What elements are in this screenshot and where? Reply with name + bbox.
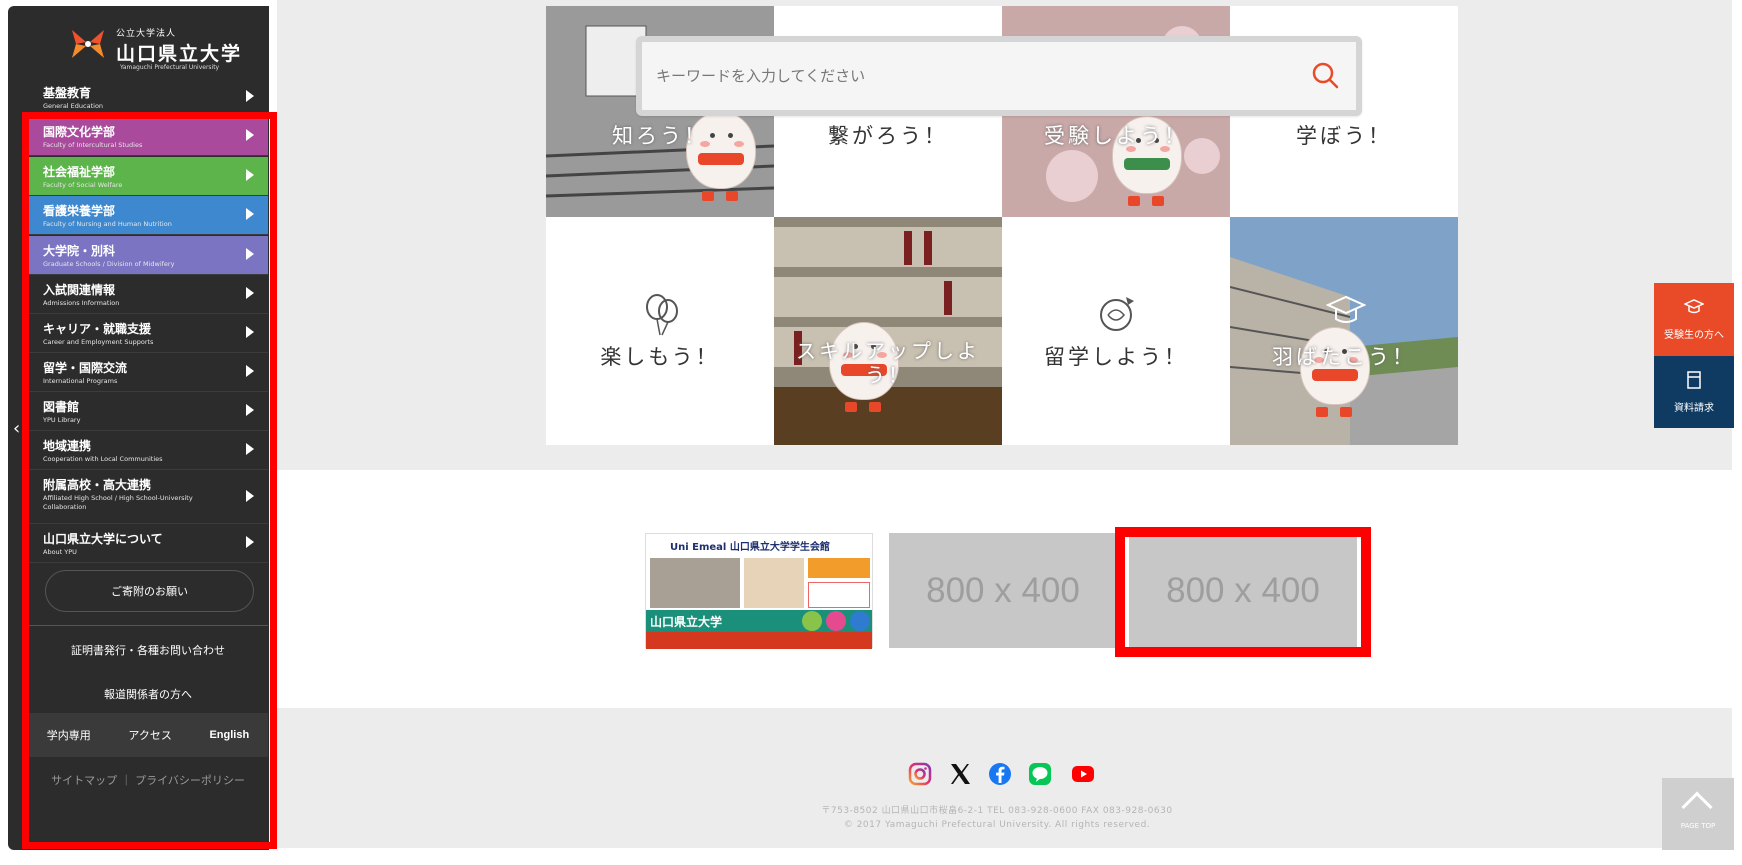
logo-mark-icon <box>72 30 104 58</box>
logo-title: 山口県立大学 <box>116 43 243 65</box>
banner-highlight-box <box>1115 527 1371 657</box>
circle-badge <box>802 611 822 631</box>
line-icon[interactable] <box>1028 762 1052 786</box>
banner-header: Uni Emeal 山口県立大学学生会館 <box>646 534 872 556</box>
banner-footer-strip <box>646 632 872 649</box>
placeholder-text: 800 x 400 <box>926 570 1080 610</box>
tile-label: 知ろう！ <box>612 124 708 148</box>
document-icon <box>1687 371 1701 389</box>
tile-enjoy[interactable]: 楽しもう！ <box>546 217 774 445</box>
social-links <box>908 762 1094 786</box>
mascot-bird <box>676 101 766 201</box>
request-materials-button[interactable]: 資料請求 <box>1654 356 1734 428</box>
uni-emeal-banner[interactable]: Uni Emeal 山口県立大学学生会館 山口県立大学 <box>645 533 873 649</box>
chevron-right-icon <box>246 90 254 102</box>
tile-label: 楽しもう！ <box>600 345 720 369</box>
nav-label: 基盤教育 <box>43 86 92 100</box>
logo-english: Yamaguchi Prefectural University <box>120 64 220 71</box>
facebook-icon[interactable] <box>988 762 1012 786</box>
tile-take-off[interactable]: 羽ばたこう！ <box>1230 217 1458 445</box>
footer-address: 〒753-8502 山口県山口市桜畠6-2-1 TEL 083-928-0600… <box>627 804 1367 832</box>
tile-skillup[interactable]: スキルアップしよう！ <box>774 217 1002 445</box>
search-icon[interactable] <box>1310 60 1340 90</box>
graduation-cap-icon <box>1684 299 1704 314</box>
cta-label: 受験生の方へ <box>1664 330 1724 341</box>
banner-title: Uni Emeal 山口県立大学学生会館 <box>670 542 830 553</box>
balloon-icon <box>646 294 678 336</box>
nav-sublabel: General Education <box>43 102 104 110</box>
tile-label: 留学しよう！ <box>1044 345 1188 369</box>
logo-subtitle: 公立大学法人 <box>116 29 177 39</box>
tile-label: スキルアップしよう！ <box>796 339 980 387</box>
info-badge <box>808 558 870 578</box>
tile-label: 繋がろう！ <box>828 124 948 148</box>
main-content: 知ろう！ 繋がろう！ 受験しよう！ 学ぼう！ 楽しもう！ スキルアップしよう！ … <box>277 0 1742 865</box>
tile-label: 学ぼう！ <box>1296 124 1392 148</box>
placeholder-banner[interactable]: 800 x 400 <box>889 533 1117 648</box>
info-badge <box>808 582 870 608</box>
banner-band: 山口県立大学 <box>646 610 872 632</box>
page-top-button[interactable]: PAGE TOP <box>1662 778 1734 850</box>
chevron-left-icon[interactable]: ‹ <box>13 418 29 440</box>
copyright: © 2017 Yamaguchi Prefectural University.… <box>843 820 1151 830</box>
graduation-cap-icon <box>1326 295 1366 323</box>
address-line: 〒753-8502 山口県山口市桜畠6-2-1 TEL 083-928-0600… <box>821 806 1173 816</box>
tile-label: 羽ばたこう！ <box>1272 345 1416 369</box>
youtube-icon[interactable] <box>1068 762 1094 786</box>
circle-badge <box>850 611 870 631</box>
sidebar-highlight-box <box>22 112 277 849</box>
instagram-icon[interactable] <box>908 762 932 786</box>
search-bar <box>636 36 1362 116</box>
globe-plane-icon <box>1100 297 1134 331</box>
chevron-up-icon <box>1681 791 1713 823</box>
interior-photo <box>744 558 804 608</box>
for-applicants-button[interactable]: 受験生の方へ <box>1654 283 1734 356</box>
university-logo[interactable]: 公立大学法人 山口県立大学 Yamaguchi Prefectural Univ… <box>68 20 243 72</box>
x-twitter-icon[interactable] <box>948 762 972 786</box>
building-photo <box>650 558 740 608</box>
circle-badge <box>826 611 846 631</box>
tile-label: 受験しよう！ <box>1044 124 1188 148</box>
banner-university: 山口県立大学 <box>650 615 723 629</box>
page-top-label: PAGE TOP <box>1680 822 1716 830</box>
cta-label: 資料請求 <box>1674 403 1714 414</box>
tile-study-abroad[interactable]: 留学しよう！ <box>1002 217 1230 445</box>
search-input[interactable] <box>656 62 1276 90</box>
